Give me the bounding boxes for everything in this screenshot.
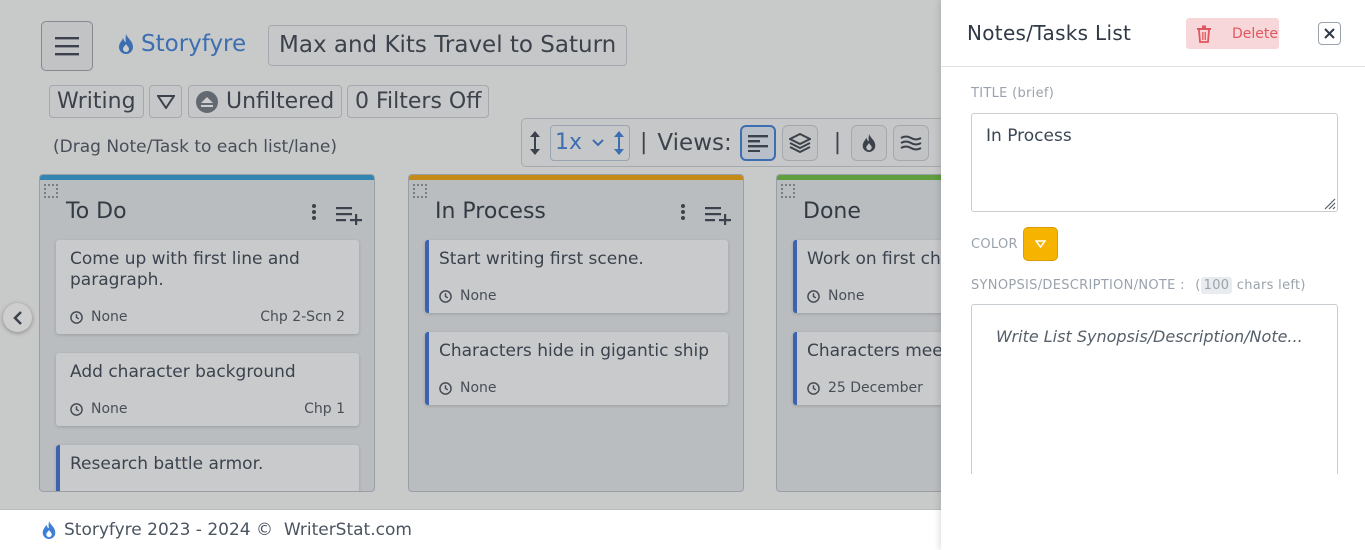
drawer-header: Notes/Tasks List Delete [941,0,1365,67]
flame-icon [42,521,56,539]
modal-backdrop[interactable] [0,0,941,510]
drawer-title: Notes/Tasks List [967,21,1132,45]
chars-left-prefix: ( [1195,278,1201,293]
notes-tasks-drawer: Notes/Tasks List Delete TITLE (brief) In… [941,0,1365,550]
chars-left-suffix: chars left) [1232,278,1306,293]
synopsis-field-label: SYNOPSIS/DESCRIPTION/NOTE : (100 chars l… [971,277,1306,294]
triangle-down-icon [1035,240,1046,248]
close-icon [1324,28,1335,39]
footer-text: Storyfyre 2023 - 2024 © WriterStat.com [64,520,412,540]
footer: Storyfyre 2023 - 2024 © WriterStat.com [0,509,941,550]
synopsis-textarea[interactable]: Write List Synopsis/Description/Note... [971,304,1338,484]
color-picker[interactable] [1023,227,1058,261]
title-input[interactable]: In Process [971,113,1338,212]
title-field-label: TITLE (brief) [971,86,1055,101]
resize-handle-icon[interactable] [1322,196,1336,210]
delete-label: Delete [1232,25,1278,42]
synopsis-label-text: SYNOPSIS/DESCRIPTION/NOTE : [971,278,1185,293]
drawer-footer [941,474,1365,550]
close-button[interactable] [1318,22,1341,45]
title-input-value: In Process [986,126,1072,146]
trash-icon [1197,25,1211,43]
delete-button[interactable]: Delete [1186,18,1279,49]
synopsis-placeholder: Write List Synopsis/Description/Note... [996,327,1303,346]
chars-left-count: 100 [1200,277,1233,294]
color-field-label: COLOR [971,237,1018,252]
